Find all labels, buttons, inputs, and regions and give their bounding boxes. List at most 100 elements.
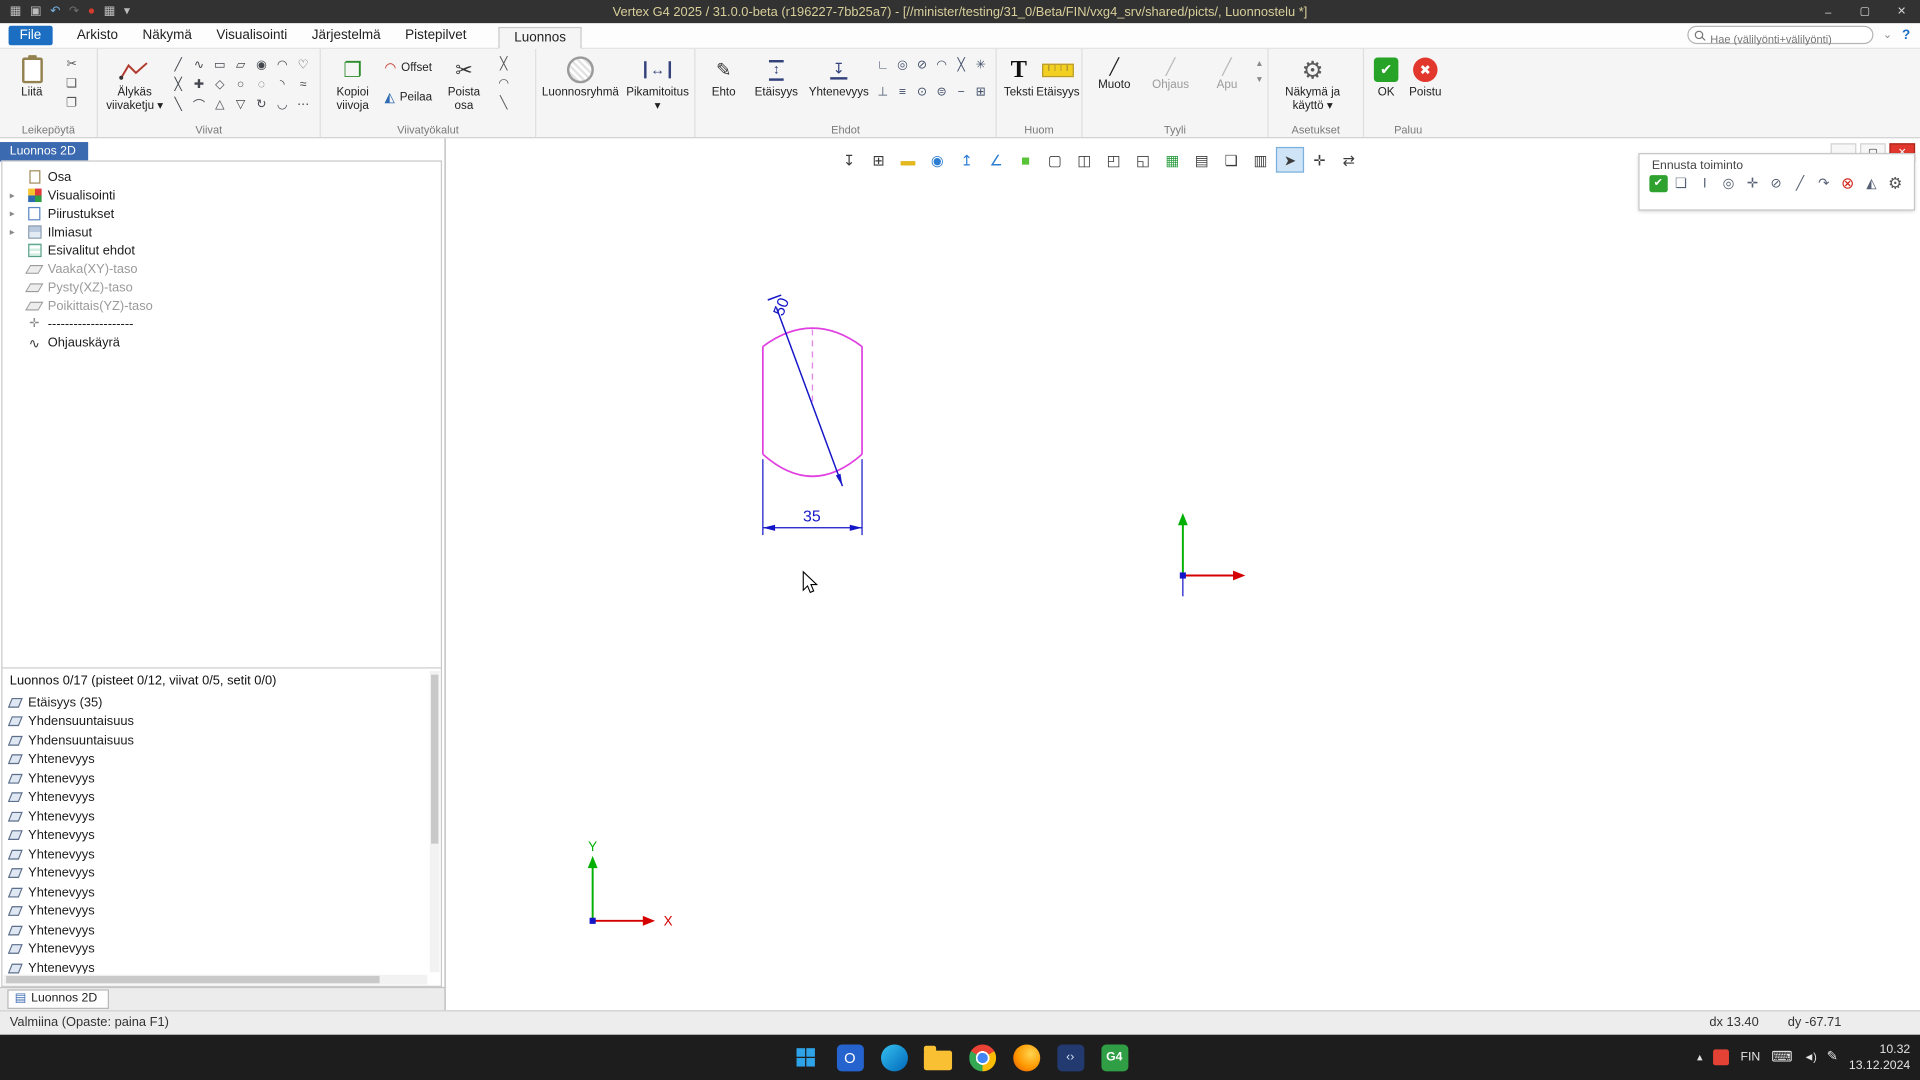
quick-dimension-button[interactable]: ↔ Pikamitoitus ▾	[621, 53, 694, 122]
paste-button[interactable]: Liitä	[4, 53, 60, 122]
app-menu-icon[interactable]: ▦	[10, 6, 22, 18]
snap-point-icon[interactable]: ◉	[923, 147, 951, 173]
draw-tool-icon[interactable]: ╱	[168, 55, 189, 75]
dimension-50[interactable]	[768, 295, 843, 486]
draw-tool-icon[interactable]: △	[209, 94, 230, 114]
constraint-row[interactable]: Yhtenevyys	[2, 807, 428, 826]
constraint-tool-icon[interactable]: ⊥	[873, 83, 893, 101]
mirror-button[interactable]: Peilaa	[381, 82, 436, 111]
draw-tool-icon[interactable]: ◝	[272, 75, 293, 95]
tree-item-piirustukset[interactable]: Piirustukset	[2, 204, 440, 222]
confirm-icon[interactable]: ✔	[1649, 174, 1667, 191]
line-icon[interactable]: ╱	[1790, 174, 1810, 192]
menu-nakyma[interactable]: Näkymä	[142, 28, 191, 43]
constraint-tool-icon[interactable]: ⊜	[932, 83, 952, 101]
menu-arkisto[interactable]: Arkisto	[77, 28, 118, 43]
ribbon-collapse-icon[interactable]: ⌄	[1883, 28, 1892, 41]
style-down-icon[interactable]: ▼	[1255, 76, 1263, 85]
snap-vertical-icon[interactable]: ↥	[953, 147, 981, 173]
constraint-tool-icon[interactable]: −	[951, 83, 971, 101]
constraint-row[interactable]: Yhtenevyys	[2, 750, 428, 769]
draw-tool-icon[interactable]: ⋯	[293, 94, 314, 114]
view-box-split-icon[interactable]: ◫	[1070, 147, 1098, 173]
pin-icon[interactable]: ↧	[835, 147, 863, 173]
vertex-g4-icon[interactable]: G4	[1099, 1042, 1130, 1073]
redo-icon[interactable]: ↷	[69, 6, 79, 18]
view-box-corner-icon[interactable]: ◰	[1100, 147, 1128, 173]
view-settings-button[interactable]: Näkymä ja käyttö ▾	[1272, 53, 1353, 122]
ide-icon[interactable]	[1055, 1042, 1086, 1073]
select-chain-icon[interactable]: ⊞	[864, 147, 892, 173]
printer-icon[interactable]: ▥	[1247, 147, 1275, 173]
undo-icon[interactable]: ↶	[50, 6, 60, 18]
edge-icon[interactable]	[879, 1042, 910, 1073]
clipboard-tool-icon[interactable]: ❏	[62, 75, 80, 92]
draw-tool-icon[interactable]: ╲	[168, 94, 189, 114]
style-up-icon[interactable]: ▲	[1255, 60, 1263, 69]
stop-icon[interactable]: ⊗	[1838, 174, 1858, 192]
constraint-row[interactable]: Yhtenevyys	[2, 902, 428, 921]
toolbar-menu-icon[interactable]: ▾	[124, 6, 130, 18]
draw-tool-icon[interactable]: ↻	[251, 94, 272, 114]
draw-tool-icon[interactable]: ╳	[168, 75, 189, 95]
tree-item-axis[interactable]: --------------------	[2, 315, 440, 333]
text-button[interactable]: T Teksti	[1000, 53, 1037, 122]
maximize-button[interactable]: ▢	[1847, 0, 1884, 23]
draw-tool-icon[interactable]: ▽	[230, 94, 251, 114]
outlook-icon[interactable]	[834, 1042, 865, 1073]
clock[interactable]: 10.32 13.12.2024	[1849, 1041, 1910, 1073]
firefox-icon[interactable]	[1011, 1042, 1042, 1073]
constraint-row[interactable]: Yhtenevyys	[2, 940, 428, 959]
tree-item-xy-plane[interactable]: Vaaka(XY)-taso	[2, 260, 440, 278]
close-button[interactable]: ✕	[1883, 0, 1920, 23]
draw-tool-icon[interactable]: ▭	[209, 55, 230, 75]
draw-tool-icon[interactable]: ▱	[230, 55, 251, 75]
constraint-row[interactable]: Yhtenevyys	[2, 788, 428, 807]
tray-expand-icon[interactable]	[1697, 1051, 1703, 1064]
expand-icon[interactable]	[10, 208, 21, 219]
layers-icon[interactable]: ▤	[1188, 147, 1216, 173]
text-height-icon[interactable]: I	[1695, 174, 1715, 192]
draw-tool-icon[interactable]: ○	[230, 75, 251, 95]
chrome-icon[interactable]	[967, 1042, 998, 1073]
file-explorer-icon[interactable]	[923, 1042, 954, 1073]
grid-snap-icon[interactable]: ▦	[1158, 147, 1186, 173]
menu-pistepilvet[interactable]: Pistepilvet	[405, 28, 466, 43]
clipboard-tool-icon[interactable]: ❐	[62, 94, 80, 111]
draw-tool-icon[interactable]: ◉	[251, 55, 272, 75]
draw-tool-icon[interactable]: ∿	[189, 55, 210, 75]
copy-lines-button[interactable]: ❐ Kopioi viivoja	[324, 53, 380, 122]
distance-constraint-button[interactable]: ↕ Etäisyys	[748, 53, 804, 122]
menu-visualisointi[interactable]: Visualisointi	[216, 28, 287, 43]
help-icon[interactable]: ?	[1902, 28, 1910, 43]
sheets-icon[interactable]: ❏	[1217, 147, 1245, 173]
fill-color-icon[interactable]: ■	[1011, 147, 1039, 173]
trim-button[interactable]: ✂ Poista osa	[436, 53, 492, 122]
start-button[interactable]	[790, 1042, 821, 1073]
smart-polyline-button[interactable]: Älykäs viivaketju ▾	[102, 53, 168, 122]
draw-tool-icon[interactable]: ✚	[189, 75, 210, 95]
shape-style-button[interactable]: Muoto	[1086, 53, 1142, 93]
constraint-row[interactable]: Yhtenevyys	[2, 883, 428, 902]
constraint-tool-icon[interactable]: ╳	[951, 56, 971, 74]
search-box[interactable]	[1687, 26, 1873, 44]
tree-item-visualisointi[interactable]: Visualisointi	[2, 186, 440, 204]
smart-cursor-icon[interactable]: ➤	[1276, 147, 1304, 173]
constraint-row[interactable]: Yhtenevyys	[2, 845, 428, 864]
settings-gear-icon[interactable]: ⚙	[1885, 174, 1905, 192]
tree-item-xz-plane[interactable]: Pysty(XZ)-taso	[2, 278, 440, 296]
constraint-row[interactable]: Yhdensuuntaisuus	[2, 712, 428, 731]
constraint-tool-icon[interactable]: ∟	[873, 56, 893, 74]
tray-app-icon[interactable]	[1714, 1049, 1730, 1065]
draw-tool-icon[interactable]: ◇	[209, 75, 230, 95]
minimize-button[interactable]: –	[1810, 0, 1847, 23]
concentric-icon[interactable]: ◎	[1718, 174, 1738, 192]
view-box-iso-icon[interactable]: ◱	[1129, 147, 1157, 173]
constraint-tool-icon[interactable]: ⊙	[912, 83, 932, 101]
constraint-tool-icon[interactable]: ≡	[893, 83, 913, 101]
mirror-icon[interactable]: ◭	[1861, 174, 1881, 192]
move-icon[interactable]: ✛	[1742, 174, 1762, 192]
constraint-tool-icon[interactable]: ✳	[971, 56, 991, 74]
constraint-tool-icon[interactable]: ⊞	[971, 83, 991, 101]
constraint-tool-icon[interactable]: ⊘	[912, 56, 932, 74]
